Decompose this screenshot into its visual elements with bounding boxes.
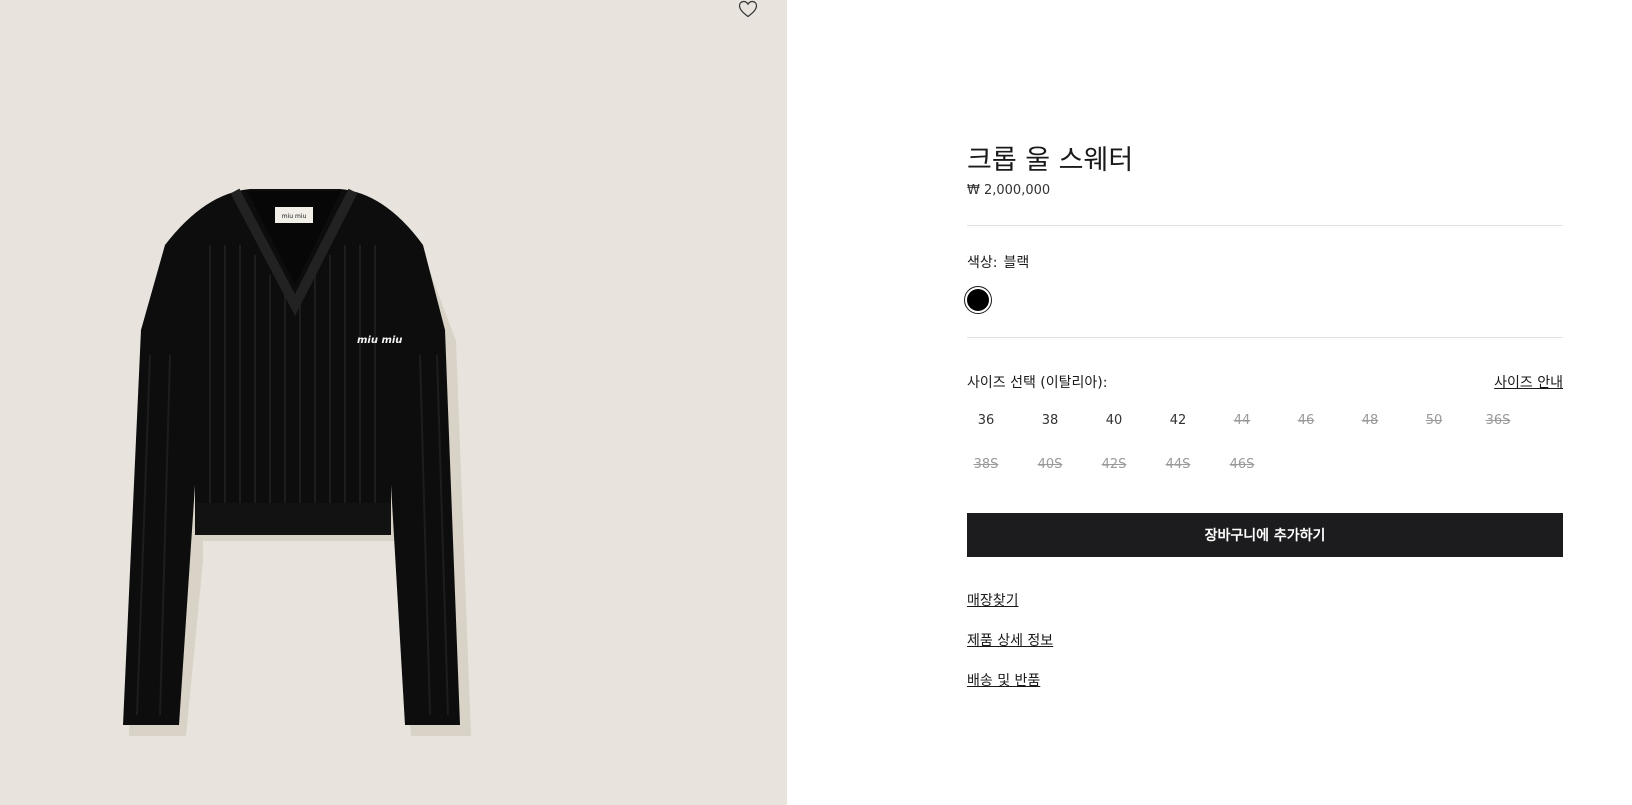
size-option[interactable]: 44 — [1222, 413, 1262, 428]
size-select-label: 사이즈 선택 (이탈리아): — [967, 375, 1108, 391]
size-option[interactable]: 46S — [1222, 457, 1262, 472]
size-option[interactable]: 38S — [966, 457, 1006, 472]
divider — [967, 225, 1563, 226]
size-option[interactable]: 38 — [1030, 413, 1070, 428]
size-option[interactable]: 42S — [1094, 457, 1134, 472]
selected-color: 블랙 — [1003, 255, 1030, 271]
heart-icon[interactable] — [738, 0, 760, 20]
size-option[interactable]: 40S — [1030, 457, 1070, 472]
sweater-image[interactable]: miu miu miu miu — [115, 185, 490, 765]
swatch-fill — [967, 289, 989, 311]
product-price: ₩ 2,000,000 — [967, 183, 1051, 198]
chest-logo: miu miu — [357, 335, 402, 346]
add-to-cart-button[interactable]: 장바구니에 추가하기 — [967, 513, 1563, 557]
size-option[interactable]: 44S — [1158, 457, 1198, 472]
color-label-text: 색상: — [967, 255, 998, 271]
size-option[interactable]: 46 — [1286, 413, 1326, 428]
color-label: 색상: 블랙 — [967, 252, 1035, 272]
divider — [967, 337, 1563, 338]
product-details-link[interactable]: 제품 상세 정보 — [967, 630, 1053, 650]
collar-label: miu miu — [282, 213, 307, 220]
find-store-link[interactable]: 매장찾기 — [967, 590, 1019, 610]
size-guide-link[interactable]: 사이즈 안내 — [1494, 372, 1563, 392]
size-option[interactable]: 42 — [1158, 413, 1198, 428]
size-option[interactable]: 40 — [1094, 413, 1134, 428]
size-option[interactable]: 36 — [966, 413, 1006, 428]
size-option[interactable]: 50 — [1414, 413, 1454, 428]
size-option[interactable]: 36S — [1478, 413, 1518, 428]
product-gallery: miu miu miu miu — [0, 0, 787, 805]
size-option[interactable]: 48 — [1350, 413, 1390, 428]
shipping-returns-link[interactable]: 배송 및 반품 — [967, 670, 1040, 690]
color-swatch-black[interactable] — [964, 286, 992, 314]
product-title: 크롭 울 스웨터 — [967, 145, 1134, 176]
